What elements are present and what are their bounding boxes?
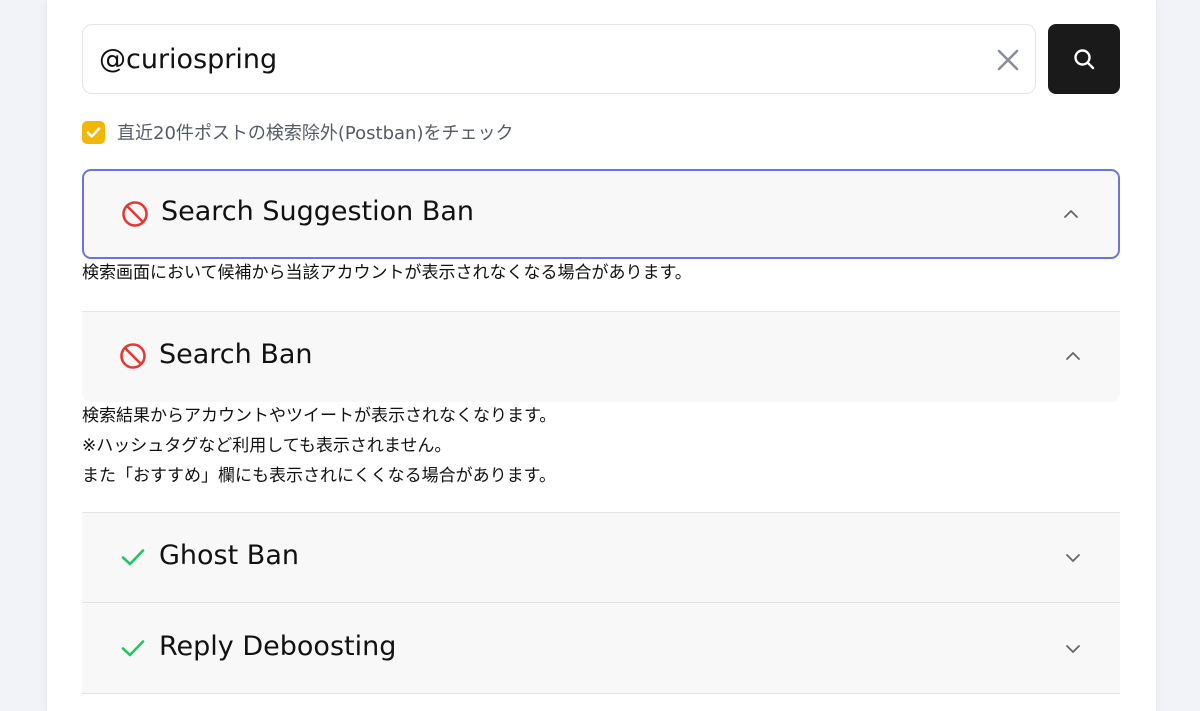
description-line: ※ハッシュタグなど利用しても表示されません。 bbox=[82, 436, 452, 456]
search-field bbox=[82, 24, 1036, 94]
postban-option[interactable]: 直近20件ポストの検索除外(Postban)をチェック bbox=[82, 120, 513, 144]
check-icon bbox=[118, 542, 148, 572]
result-header-search-suggestion-ban[interactable]: Search Suggestion Ban bbox=[82, 169, 1120, 259]
chevron-down-icon bbox=[1062, 638, 1084, 660]
chevron-down-icon bbox=[1062, 547, 1084, 569]
check-icon bbox=[118, 633, 148, 663]
checker-card: 直近20件ポストの検索除外(Postban)をチェック Search Sugge… bbox=[47, 0, 1156, 711]
result-header-search-ban[interactable]: Search Ban bbox=[82, 312, 1120, 402]
close-icon bbox=[997, 49, 1019, 71]
result-title: Ghost Ban bbox=[159, 540, 299, 571]
result-title: Reply Deboosting bbox=[159, 631, 397, 662]
description-line: 検索画面において候補から当該アカウントが表示されなくなる場合があります。 bbox=[82, 263, 692, 283]
clear-button[interactable] bbox=[991, 43, 1025, 77]
chevron-up-icon bbox=[1060, 203, 1082, 225]
result-header-ghost-ban[interactable]: Ghost Ban bbox=[82, 513, 1120, 602]
result-title: Search Ban bbox=[159, 339, 313, 370]
chevron-up-icon bbox=[1062, 345, 1084, 367]
search-button[interactable] bbox=[1048, 24, 1120, 94]
divider bbox=[82, 693, 1120, 694]
result-title: Search Suggestion Ban bbox=[161, 196, 475, 227]
prohibited-icon bbox=[118, 341, 148, 371]
result-header-reply-deboosting[interactable]: Reply Deboosting bbox=[82, 603, 1120, 693]
prohibited-icon bbox=[120, 199, 150, 229]
search-icon bbox=[1074, 49, 1095, 70]
description-line: 検索結果からアカウントやツイートが表示されなくなります。 bbox=[82, 406, 557, 426]
search-bar bbox=[82, 24, 1120, 94]
description-line: また「おすすめ」欄にも表示されにくくなる場合があります。 bbox=[82, 466, 556, 486]
result-description: 検索結果からアカウントやツイートが表示されなくなります。 ※ハッシュタグなど利用… bbox=[82, 401, 1120, 491]
postban-label: 直近20件ポストの検索除外(Postban)をチェック bbox=[117, 123, 514, 144]
search-input[interactable] bbox=[99, 39, 979, 79]
checkmark-icon bbox=[86, 126, 101, 138]
result-description: 検索画面において候補から当該アカウントが表示されなくなる場合があります。 bbox=[82, 258, 1120, 288]
postban-checkbox[interactable] bbox=[82, 120, 105, 144]
